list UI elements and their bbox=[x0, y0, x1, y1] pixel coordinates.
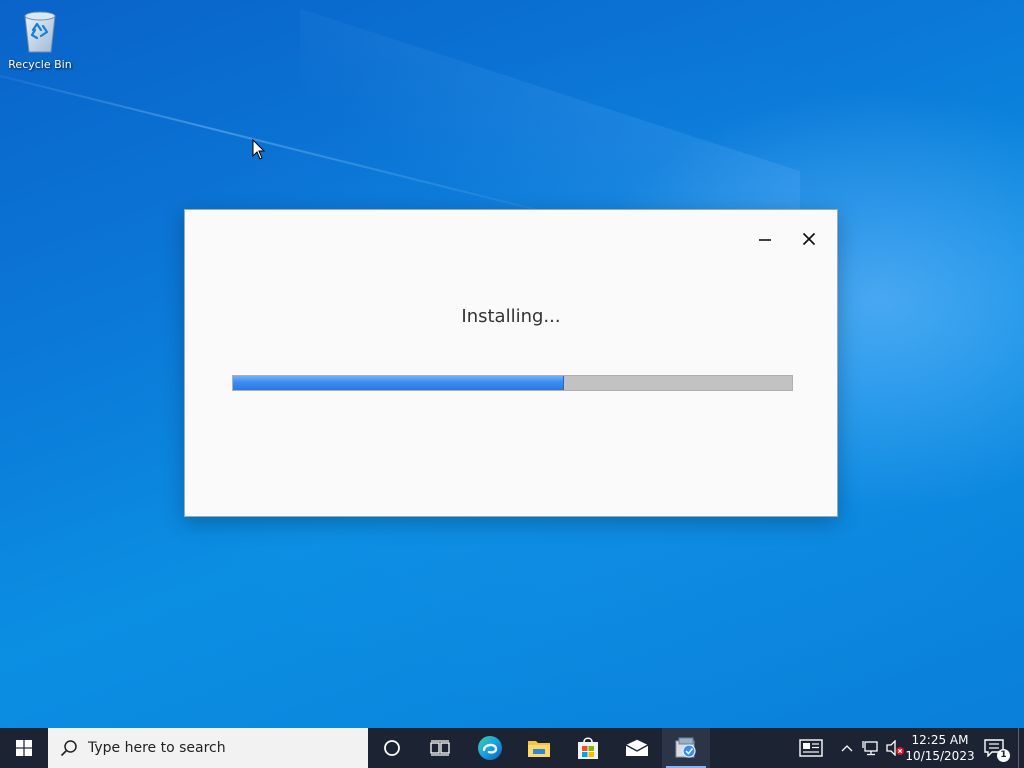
edge-icon bbox=[478, 736, 502, 760]
search-icon bbox=[60, 739, 78, 757]
task-view-button[interactable] bbox=[416, 728, 464, 768]
start-button[interactable] bbox=[0, 728, 48, 768]
mail-icon bbox=[625, 739, 649, 756]
search-placeholder: Type here to search bbox=[88, 740, 226, 756]
chevron-up-icon bbox=[841, 745, 853, 752]
volume-button[interactable] bbox=[884, 728, 906, 768]
windows-logo-icon bbox=[16, 740, 32, 756]
installer-status-text: Installing... bbox=[461, 306, 561, 327]
installer-app-button[interactable] bbox=[662, 728, 710, 768]
news-icon bbox=[799, 739, 823, 757]
news-widget-button[interactable] bbox=[794, 728, 828, 768]
file-explorer-button[interactable] bbox=[515, 728, 563, 768]
folder-icon bbox=[528, 741, 550, 757]
clock-date: 10/15/2023 bbox=[905, 749, 975, 763]
minimize-button[interactable] bbox=[750, 224, 780, 254]
minimize-icon bbox=[759, 239, 771, 241]
cortana-circle-icon bbox=[384, 740, 400, 756]
microsoft-store-button[interactable] bbox=[564, 728, 612, 768]
action-center-button[interactable]: 1 bbox=[978, 728, 1010, 768]
desktop[interactable]: Recycle Bin Installing... bbox=[0, 0, 1024, 728]
store-icon bbox=[578, 737, 598, 759]
installer-window[interactable]: Installing... bbox=[184, 209, 838, 517]
taskbar-search-box[interactable]: Type here to search bbox=[48, 728, 368, 768]
close-button[interactable] bbox=[794, 224, 824, 254]
notification-count-badge: 1 bbox=[997, 749, 1010, 762]
edge-button[interactable] bbox=[466, 728, 514, 768]
show-hidden-icons-button[interactable] bbox=[838, 728, 856, 768]
taskbar: Type here to search 12:25 AM 10/15/2023 … bbox=[0, 728, 1024, 768]
desktop-icon-label: Recycle Bin bbox=[8, 58, 72, 71]
show-desktop-button[interactable] bbox=[1018, 728, 1024, 768]
clock-button[interactable]: 12:25 AM 10/15/2023 bbox=[905, 728, 975, 768]
close-icon bbox=[802, 232, 816, 246]
network-icon bbox=[862, 741, 878, 756]
network-button[interactable] bbox=[860, 728, 882, 768]
clock-time: 12:25 AM bbox=[911, 733, 969, 747]
recycle-bin-icon bbox=[24, 11, 56, 53]
mouse-pointer-icon bbox=[252, 138, 266, 165]
mail-button[interactable] bbox=[613, 728, 661, 768]
install-progress-bar bbox=[232, 375, 793, 391]
installer-app-icon bbox=[675, 737, 696, 758]
install-progress-fill bbox=[233, 376, 564, 390]
desktop-icon-recycle-bin[interactable]: Recycle Bin bbox=[6, 8, 74, 71]
cortana-button[interactable] bbox=[368, 728, 416, 768]
task-view-icon bbox=[430, 740, 450, 756]
volume-muted-icon bbox=[886, 740, 904, 756]
